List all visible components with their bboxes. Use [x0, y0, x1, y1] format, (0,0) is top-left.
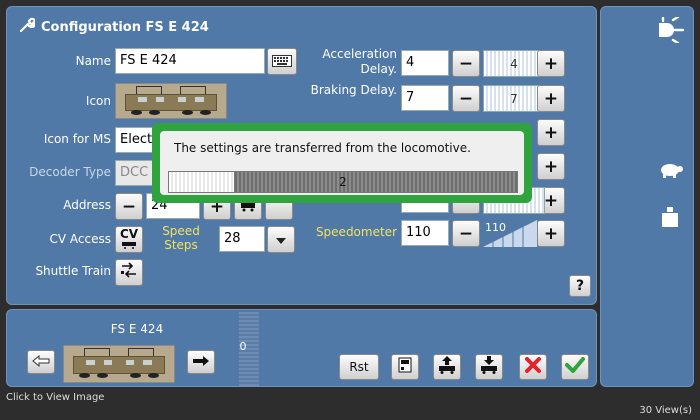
acceleration-minus-button[interactable]: −	[452, 50, 480, 77]
speed-steps-label: Speed Steps	[162, 224, 200, 252]
acceleration-plus-button[interactable]: +	[537, 50, 565, 77]
name-label: Name	[75, 54, 111, 68]
next-loco-button[interactable]	[187, 350, 215, 374]
chevron-down-icon	[275, 230, 287, 250]
progress-value: 2	[339, 175, 347, 189]
cv-access-button[interactable]: CV	[115, 226, 143, 253]
dialog-body: The settings are transferred from the lo…	[160, 131, 524, 195]
speedometer-input[interactable]: 110	[401, 220, 449, 246]
loco-name: FS E 424	[110, 322, 164, 336]
keyboard-button[interactable]	[267, 48, 297, 75]
cancel-button[interactable]	[519, 354, 547, 380]
shuttle-train-label: Shuttle Train	[35, 264, 111, 278]
speedometer-minus-button[interactable]: −	[452, 220, 480, 247]
view-image-link[interactable]: Click to View Image	[6, 392, 104, 403]
decoder-icon	[398, 357, 412, 378]
transfer-dialog: The settings are transferred from the lo…	[152, 123, 532, 203]
minus-icon: −	[121, 196, 137, 217]
speedometer-slider-value: 110	[485, 221, 506, 234]
shuttle-icon	[120, 262, 138, 283]
wrench-icon	[19, 17, 37, 37]
name-input[interactable]: FS E 424	[115, 48, 265, 74]
reset-button[interactable]: Rst	[339, 354, 379, 380]
previous-loco-button[interactable]	[27, 350, 55, 374]
braking-slider-value: 7	[510, 91, 518, 106]
row4-plus-button[interactable]: +	[537, 153, 565, 180]
close-icon	[524, 356, 542, 379]
side-panel	[600, 6, 694, 387]
keyboard-icon	[272, 52, 292, 72]
window-title: Configuration FS E 424	[19, 17, 209, 37]
plus-icon: +	[543, 122, 559, 143]
icon-ms-label: Icon for MS	[43, 132, 111, 146]
minus-icon: −	[458, 223, 474, 244]
lamp-icon[interactable]	[653, 15, 685, 47]
minus-icon: −	[458, 53, 474, 74]
write-to-loco-button[interactable]	[433, 354, 461, 380]
help-button[interactable]: ?	[569, 275, 591, 297]
locomotive-bar: FS E 424 0 Rst	[6, 309, 597, 387]
checkmark-icon	[565, 356, 585, 379]
arrow-left-icon	[32, 352, 50, 372]
acceleration-slider[interactable]: 4	[483, 50, 545, 77]
braking-slider[interactable]: 7	[483, 85, 545, 112]
locomotive-image[interactable]	[115, 83, 227, 119]
confirm-button[interactable]	[561, 354, 589, 380]
view-count: 30 View(s)	[639, 405, 692, 416]
turtle-icon[interactable]	[659, 162, 683, 182]
read-from-loco-button[interactable]	[475, 354, 503, 380]
speedometer-slider[interactable]: 110	[483, 220, 537, 247]
question-icon: ?	[575, 278, 585, 294]
cv-access-label: CV Access	[49, 232, 111, 246]
plus-icon: +	[543, 190, 559, 211]
speed-steps-dropdown-button[interactable]	[267, 226, 295, 253]
icon-label: Icon	[85, 94, 111, 108]
train-icon	[121, 240, 137, 251]
arrow-right-icon	[192, 352, 210, 372]
plus-icon: +	[543, 53, 559, 74]
acceleration-input[interactable]: 4	[401, 50, 449, 76]
plus-icon: +	[543, 156, 559, 177]
speedometer-label: Speedometer	[315, 225, 397, 239]
acceleration-label: Acceleration Delay.	[322, 47, 397, 76]
braking-plus-button[interactable]: +	[537, 85, 565, 112]
address-minus-button[interactable]: −	[115, 193, 143, 220]
plus-icon: +	[543, 223, 559, 244]
speed-counter: 0	[239, 340, 247, 353]
loco-thumbnail[interactable]	[63, 345, 175, 383]
plus-icon: +	[543, 88, 559, 109]
progress-bar: 2	[168, 171, 518, 193]
speed-steps-input[interactable]: 28	[219, 226, 265, 252]
row3-plus-button[interactable]: +	[537, 119, 565, 146]
upload-train-icon	[437, 355, 457, 379]
dialog-message: The settings are transferred from the lo…	[174, 141, 471, 155]
braking-input[interactable]: 7	[401, 85, 449, 111]
acceleration-slider-value: 4	[510, 56, 518, 71]
download-train-icon	[479, 355, 499, 379]
title-text: Configuration FS E 424	[41, 19, 209, 35]
weight-icon[interactable]	[661, 207, 679, 231]
braking-label: Braking Delay.	[310, 83, 397, 97]
cv-button-label: CV	[119, 226, 139, 241]
speedometer-plus-button[interactable]: +	[537, 220, 565, 247]
address-label: Address	[63, 198, 111, 212]
decoder-type-label: Decoder Type	[29, 165, 111, 179]
braking-minus-button[interactable]: −	[452, 85, 480, 112]
programming-button[interactable]	[391, 354, 419, 380]
minus-icon: −	[458, 88, 474, 109]
shuttle-train-button[interactable]	[115, 259, 143, 286]
